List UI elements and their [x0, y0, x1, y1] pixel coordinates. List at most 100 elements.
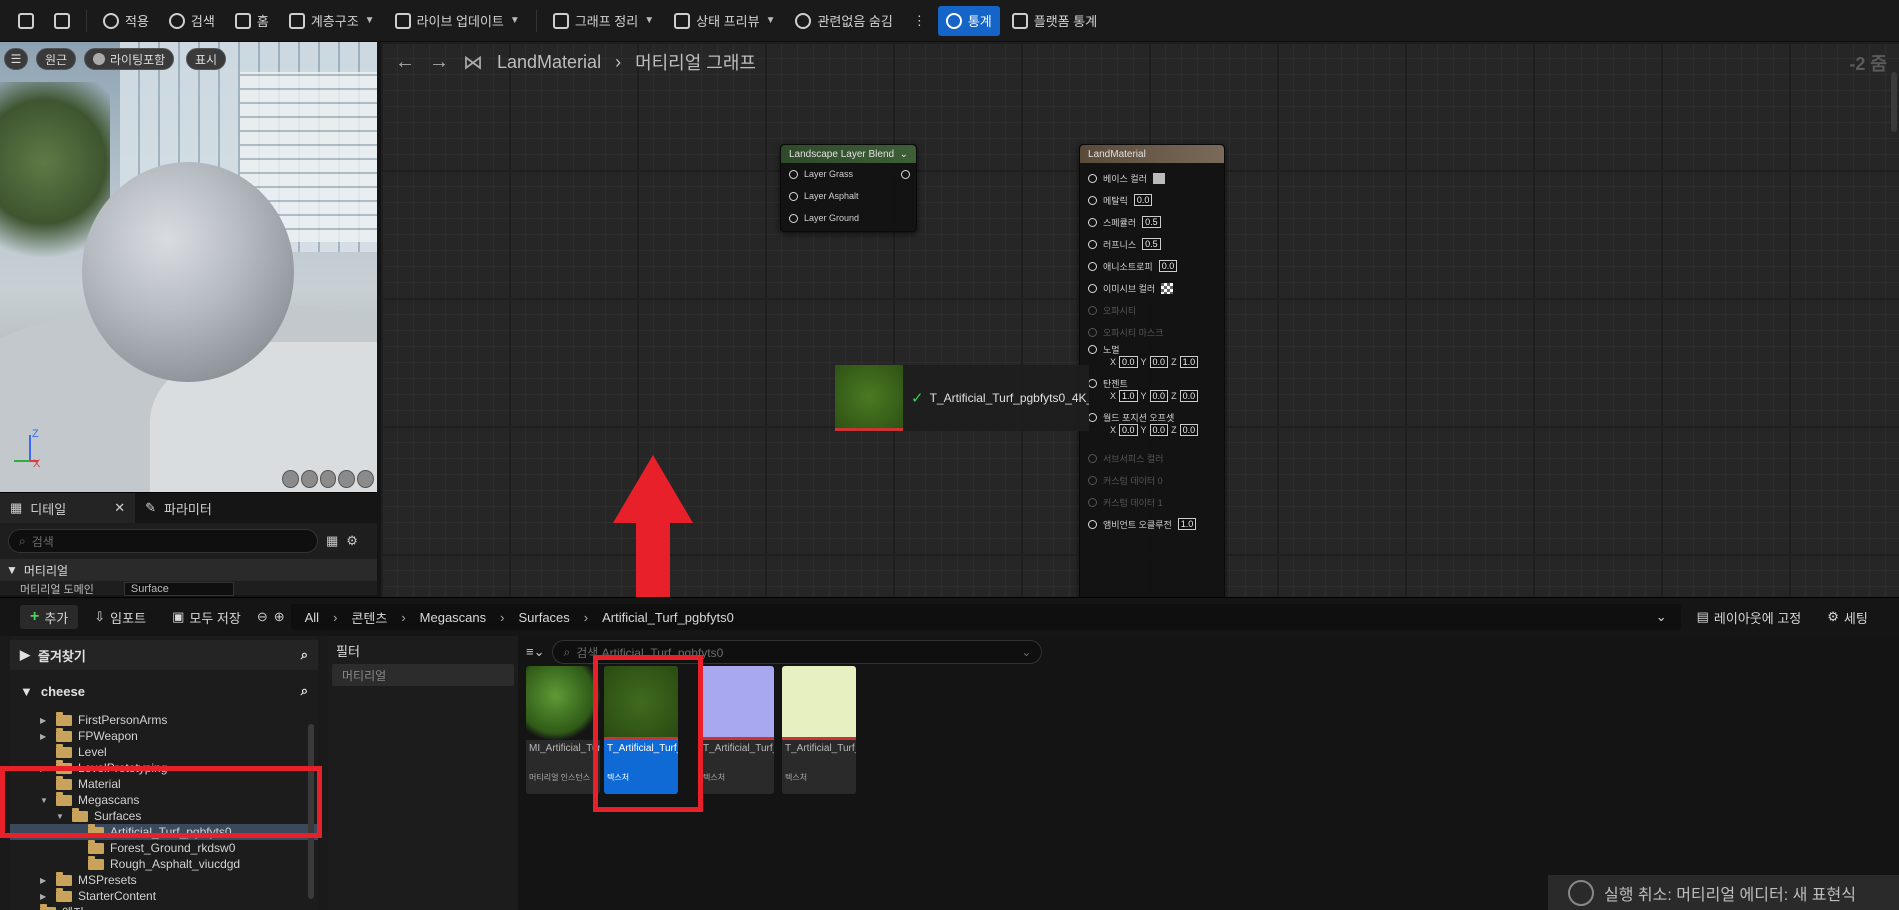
cylinder-icon[interactable]: [282, 470, 299, 488]
tree-folder-item[interactable]: ▶엔진: [10, 903, 318, 910]
input-pin-icon[interactable]: [789, 191, 798, 201]
pin-value[interactable]: 0.5: [1142, 238, 1161, 250]
state-preview-dropdown[interactable]: 상태 프리뷰 ▼: [666, 6, 783, 36]
pin-value[interactable]: 0.0: [1149, 390, 1169, 402]
path-segment[interactable]: 콘텐츠: [351, 608, 387, 627]
browse-button[interactable]: [46, 6, 78, 36]
search-icon[interactable]: ⌕: [301, 647, 308, 663]
tree-folder-item[interactable]: ▶ FirstPersonArms: [10, 711, 318, 728]
platform-stats-button[interactable]: 플랫폼 통계: [1004, 6, 1105, 36]
pin-value[interactable]: 1.0: [1119, 390, 1138, 402]
sphere-icon[interactable]: [300, 470, 318, 488]
save-button[interactable]: [10, 6, 42, 36]
asset-tile[interactable]: MI_Artificial_Turf_pgbfyts0 머티리얼 인스턴스: [526, 666, 600, 794]
blend-pin-ground[interactable]: Layer Ground: [781, 207, 916, 229]
back-arrow-icon[interactable]: ←: [395, 51, 415, 74]
expander-icon[interactable]: ▶: [40, 732, 50, 741]
settings-button[interactable]: ⚙ 세팅: [1817, 605, 1878, 629]
tree-folder-item[interactable]: Rough_Asphalt_viucdgd: [10, 855, 318, 872]
details-search-input[interactable]: ⌕ 검색: [8, 529, 318, 553]
asset-tile[interactable]: T_Artificial_Turf_pgbfyts0 텍스처: [700, 666, 774, 794]
asset-tile[interactable]: T_Artificial_Turf_pgbfyts0 텍스처: [782, 666, 856, 794]
expander-icon[interactable]: ▶: [40, 716, 50, 725]
tab-params[interactable]: ✎ 파라미터: [135, 493, 222, 523]
material-domain-select[interactable]: Surface: [123, 582, 234, 596]
history-forward-icon[interactable]: ⊕: [274, 609, 285, 625]
input-pin-icon[interactable]: [1088, 261, 1097, 271]
color-swatch[interactable]: [1152, 172, 1165, 184]
hierarchy-dropdown[interactable]: 계층구조 ▼: [281, 6, 383, 36]
pin-base-color[interactable]: 베이스 컬러: [1080, 167, 1224, 189]
pin-value[interactable]: 1.0: [1177, 518, 1197, 530]
input-pin-icon[interactable]: [1088, 173, 1097, 183]
input-pin-icon[interactable]: [1088, 217, 1097, 227]
add-button[interactable]: + 추가: [20, 605, 79, 629]
blend-pin-grass[interactable]: Layer Grass: [781, 163, 916, 185]
pin-value[interactable]: 1.0: [1179, 356, 1199, 368]
input-pin-icon[interactable]: [1088, 239, 1097, 249]
expander-icon[interactable]: ▶: [40, 892, 50, 901]
tree-folder-item[interactable]: ▶ StarterContent: [10, 887, 318, 904]
preview-viewport[interactable]: ☰ 원근 라이팅포함 표시 Z X: [0, 42, 377, 492]
tree-folder-item[interactable]: Forest_Ground_rkdsw0: [10, 839, 318, 856]
pin-value[interactable]: 0.0: [1119, 424, 1138, 436]
input-pin-icon[interactable]: [1088, 413, 1097, 422]
close-icon[interactable]: ✕: [114, 500, 125, 516]
show-button[interactable]: 표시: [186, 48, 227, 70]
checker-swatch-icon[interactable]: [1161, 282, 1174, 294]
input-pin-icon[interactable]: [1088, 519, 1097, 529]
pin-value[interactable]: 0.5: [1142, 216, 1161, 228]
teapot-icon[interactable]: [357, 470, 374, 488]
path-segment[interactable]: All: [305, 610, 319, 625]
perspective-button[interactable]: 원근: [36, 48, 77, 70]
lock-layout-button[interactable]: ▤ 레이아웃에 고정: [1687, 605, 1812, 629]
tree-folder-item[interactable]: ▶ FPWeapon: [10, 727, 318, 744]
lighting-button[interactable]: 라이팅포함: [84, 48, 175, 70]
plane-icon[interactable]: [319, 470, 337, 488]
home-button[interactable]: 홈: [227, 6, 277, 36]
apply-button[interactable]: 적용: [95, 6, 157, 36]
project-header[interactable]: ▼ cheese ⌕: [10, 676, 318, 706]
pin-value[interactable]: 0.0: [1179, 424, 1199, 436]
live-update-dropdown[interactable]: 라이브 업데이트 ▼: [387, 6, 528, 36]
pin-emissive[interactable]: 이미시브 컬러: [1080, 277, 1224, 299]
history-back-icon[interactable]: ⊖: [257, 609, 268, 625]
viewport-menu-button[interactable]: ☰: [4, 48, 28, 70]
graph-scrollbar[interactable]: [1891, 72, 1897, 132]
search-button[interactable]: 검색: [161, 6, 223, 36]
pin-value[interactable]: 0.0: [1158, 260, 1178, 272]
input-pin-icon[interactable]: [1088, 195, 1097, 205]
input-pin-icon[interactable]: [1088, 379, 1097, 388]
landscape-layer-blend-node[interactable]: Landscape Layer Blend ⌄ Layer Grass Layer…: [780, 144, 917, 232]
breadcrumb-asset[interactable]: LandMaterial: [497, 52, 601, 73]
pin-tangent[interactable]: 탄젠트 X 1.0 Y 0.0 Z 0.0: [1080, 377, 1224, 411]
material-section-header[interactable]: ▼ 머티리얼: [0, 559, 377, 581]
pin-value[interactable]: 0.0: [1119, 356, 1138, 368]
material-result-node[interactable]: LandMaterial 베이스 컬러 메탈릭 0.0 스페큘러 0.5 러프니스 0…: [1079, 144, 1225, 597]
pin-metallic[interactable]: 메탈릭 0.0: [1080, 189, 1224, 211]
graph-cleanup-dropdown[interactable]: 그래프 정리 ▼: [545, 6, 662, 36]
tree-folder-item[interactable]: ▶ MSPresets: [10, 871, 318, 888]
input-pin-icon[interactable]: [1088, 345, 1097, 354]
path-segment[interactable]: Artificial_Turf_pgbfyts0: [602, 610, 734, 625]
path-segment[interactable]: Surfaces: [518, 610, 569, 625]
input-pin-icon[interactable]: [789, 213, 798, 223]
blend-pin-asphalt[interactable]: Layer Asphalt: [781, 185, 916, 207]
cube-icon[interactable]: [338, 470, 356, 488]
pin-value[interactable]: 0.0: [1149, 424, 1169, 436]
gear-icon[interactable]: ⚙: [346, 533, 358, 549]
pin-anisotropy[interactable]: 애니소트로피 0.0: [1080, 255, 1224, 277]
more-options-button[interactable]: ⋮: [905, 6, 934, 36]
pin-normal[interactable]: 노멀 X 0.0 Y 0.0 Z 1.0: [1080, 343, 1224, 377]
pin-roughness[interactable]: 러프니스 0.5: [1080, 233, 1224, 255]
favorites-header[interactable]: ▶ 즐겨찾기 ⌕: [10, 640, 318, 670]
output-pin-icon[interactable]: [901, 169, 910, 179]
save-all-button[interactable]: ▣ 모두 저장: [162, 605, 251, 629]
tab-details[interactable]: ▦ 디테일 ✕: [0, 493, 136, 523]
table-view-icon[interactable]: ▦: [326, 533, 338, 549]
forward-arrow-icon[interactable]: →: [429, 51, 449, 74]
material-graph[interactable]: ← → ⋈ LandMaterial › 머티리얼 그래프 -2 줌 Lands…: [381, 42, 1899, 597]
pin-value[interactable]: 0.0: [1179, 390, 1199, 402]
stats-button[interactable]: 통계: [937, 5, 1000, 36]
filter-icon[interactable]: ≡⌄: [526, 644, 544, 660]
